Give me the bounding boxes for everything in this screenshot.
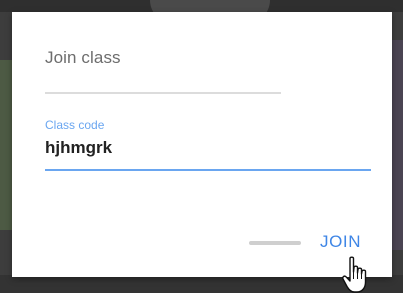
join-class-dialog: Join class Class code JOIN <box>12 12 392 293</box>
hand-pointer-icon <box>342 256 367 293</box>
class-code-input[interactable] <box>43 136 377 160</box>
class-code-underline <box>45 169 371 171</box>
dialog-title: Join class <box>45 48 121 67</box>
backdrop-shape <box>0 60 12 230</box>
join-button[interactable]: JOIN <box>320 232 361 252</box>
class-code-label: Class code <box>45 118 105 132</box>
cancel-button[interactable] <box>249 241 301 245</box>
title-divider <box>45 92 281 94</box>
